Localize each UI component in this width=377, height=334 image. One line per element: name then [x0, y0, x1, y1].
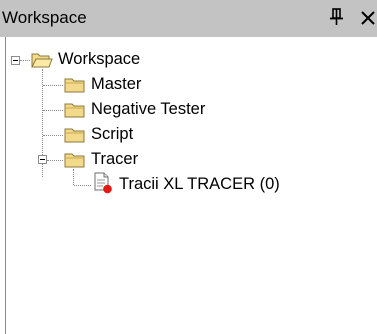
- panel-titlebar[interactable]: Workspace: [0, 0, 377, 37]
- open-folder-icon: [31, 53, 53, 68]
- tracer-document-icon: [94, 172, 112, 194]
- folder-icon: [64, 153, 85, 168]
- tree-item-master[interactable]: Master: [91, 74, 141, 94]
- tree-item-script[interactable]: Script: [91, 124, 133, 144]
- workspace-tree[interactable]: Workspace Master Negative Tester Script: [5, 37, 377, 334]
- tree-item-tracii-xl-tracer[interactable]: Tracii XL TRACER (0): [119, 174, 280, 194]
- pin-icon[interactable]: [327, 6, 347, 28]
- tree-item-negative-tester[interactable]: Negative Tester: [91, 99, 205, 119]
- root-expander[interactable]: [11, 56, 20, 65]
- folder-icon: [64, 128, 85, 143]
- tree-item-tracer[interactable]: Tracer: [91, 149, 138, 169]
- tree-item-workspace[interactable]: Workspace: [58, 49, 140, 69]
- tracer-expander[interactable]: [38, 155, 47, 164]
- folder-icon: [64, 103, 85, 118]
- close-icon[interactable]: [359, 6, 377, 28]
- workspace-panel: Workspace Workspace Master Negative Test…: [0, 0, 377, 334]
- folder-icon: [64, 78, 85, 93]
- panel-title: Workspace: [2, 8, 87, 27]
- status-dot: [103, 184, 112, 194]
